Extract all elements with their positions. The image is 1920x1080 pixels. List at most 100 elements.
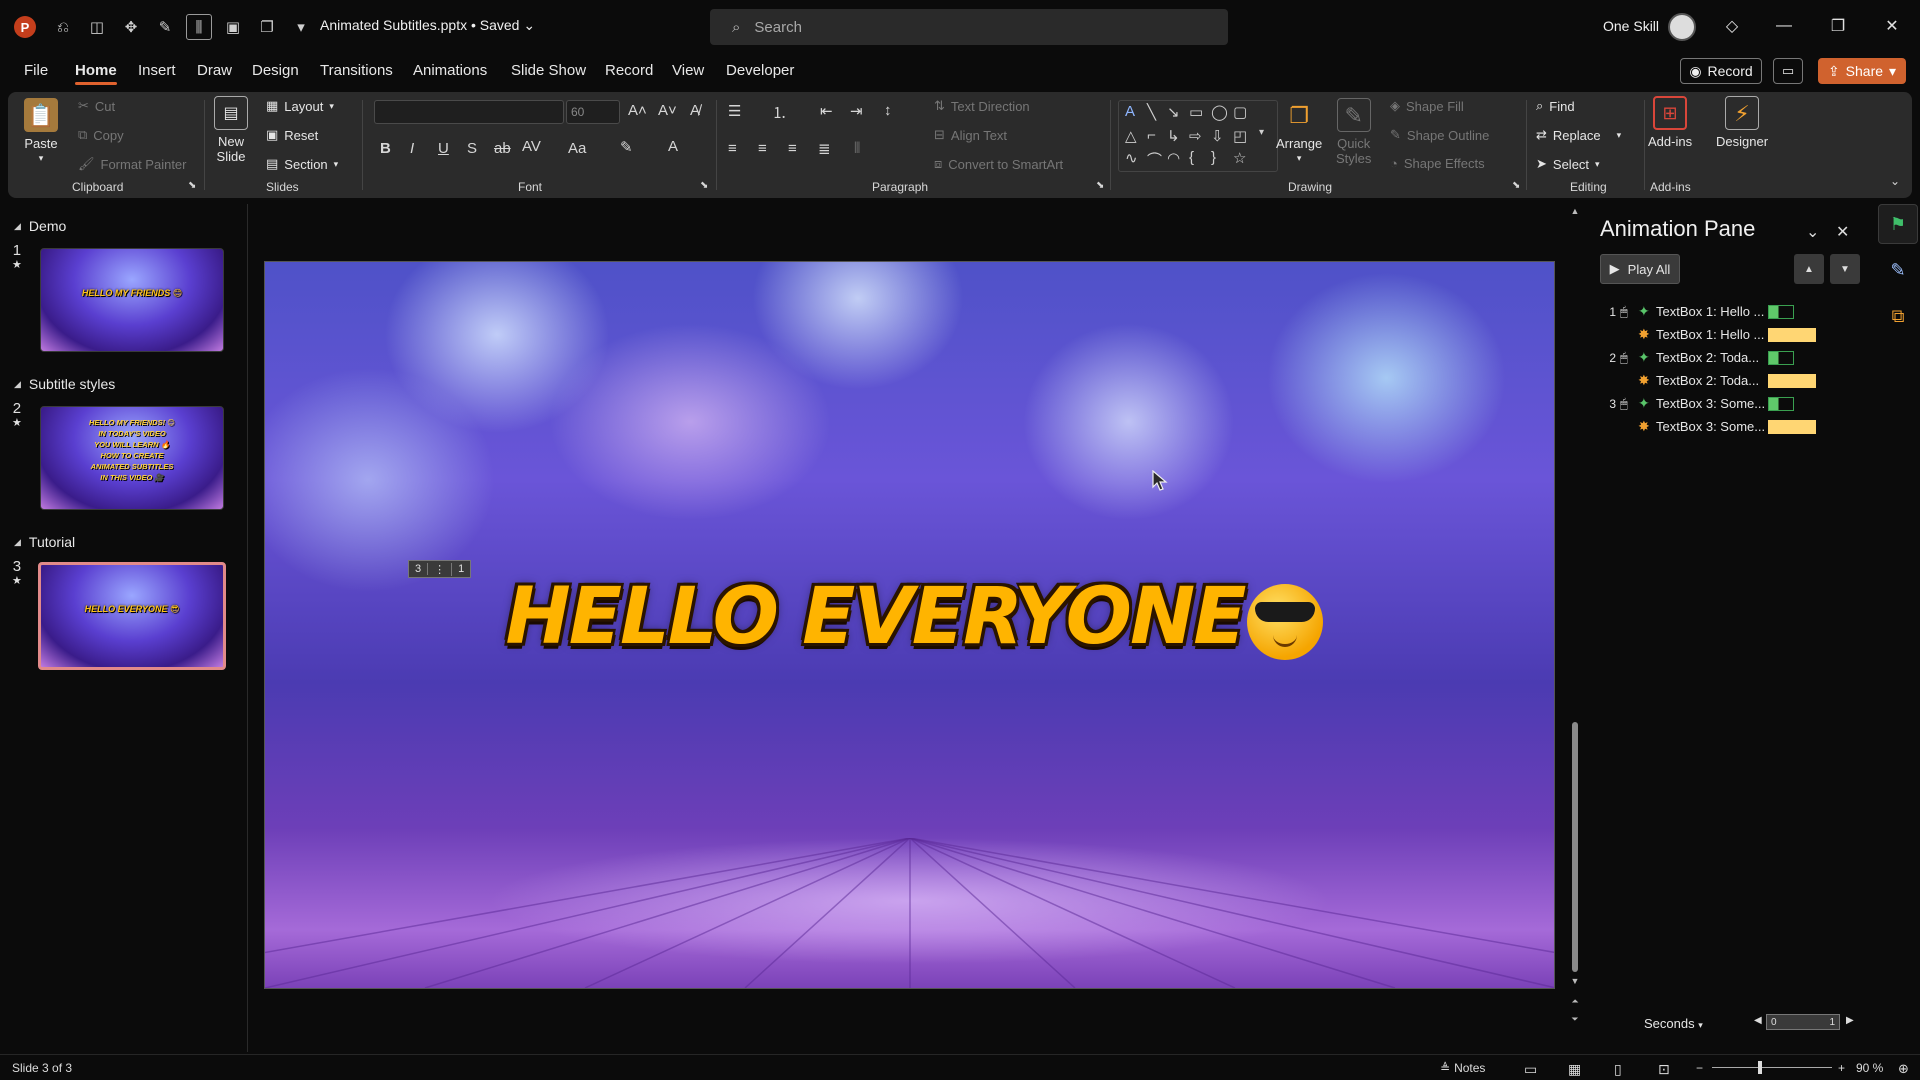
slide-canvas[interactable]: HELLO EVERYONE	[264, 261, 1555, 989]
close-icon[interactable]: ✕	[1880, 14, 1904, 38]
shape-outline-button[interactable]: ✎ Shape Outline	[1390, 127, 1489, 143]
zoom-in-icon[interactable]: +	[1838, 1061, 1845, 1075]
collapse-ribbon-icon[interactable]: ⌄	[1890, 174, 1900, 188]
avatar[interactable]	[1668, 13, 1696, 41]
diamond-icon[interactable]: ◇	[1720, 14, 1744, 38]
increase-font-icon[interactable]: A˄	[628, 102, 647, 119]
draw-icon[interactable]: ✎	[152, 14, 178, 40]
slide-thumbnail-3[interactable]: HELLO EVERYONE 😎	[38, 562, 226, 670]
justify-icon[interactable]: ≣	[818, 140, 831, 158]
highlight-icon[interactable]: ✎	[620, 138, 633, 156]
shape-effects-button[interactable]: ◔ Shape Effects	[1390, 156, 1485, 171]
animation-tag[interactable]: 3	[409, 563, 429, 575]
play-all-button[interactable]: ▶ Play All	[1600, 254, 1680, 284]
connector-shape-icon[interactable]: ⌐	[1147, 127, 1156, 144]
drawing-launcher-icon[interactable]: ⬊	[1512, 180, 1520, 191]
format-shape-rail-icon[interactable]: ✎	[1878, 250, 1918, 290]
zoom-level[interactable]: 90 %	[1856, 1061, 1883, 1075]
oval-shape-icon[interactable]: ◯	[1211, 103, 1228, 121]
shape-fill-button[interactable]: ◈ Shape Fill	[1390, 98, 1464, 114]
line-shape-icon[interactable]: ╲	[1147, 103, 1156, 121]
designer-rail-icon[interactable]: ⧉	[1878, 296, 1918, 336]
slide-sorter-icon[interactable]: ▦	[1568, 1061, 1581, 1078]
more-shapes-icon[interactable]: ▾	[1259, 127, 1264, 138]
align-center-icon[interactable]: ≡	[758, 140, 767, 157]
collapse-triangle-icon[interactable]: ◢	[14, 379, 21, 390]
previous-slide-icon[interactable]: ⏶	[1569, 996, 1581, 1007]
restore-icon[interactable]: ❐	[1826, 14, 1850, 38]
align-text-button[interactable]: ⊟ Align Text	[934, 127, 1007, 143]
bullets-icon[interactable]: ☰	[728, 102, 741, 120]
animation-pane-rail-icon[interactable]: ⚑	[1878, 204, 1918, 244]
move-up-button[interactable]: ▲	[1794, 254, 1824, 284]
replace-button[interactable]: ⇄ Replace ▾	[1536, 127, 1621, 143]
tab-transitions[interactable]: Transitions	[320, 62, 393, 79]
close-pane-icon[interactable]: ✕	[1836, 222, 1849, 242]
numbering-icon[interactable]: ⒈	[772, 102, 787, 123]
find-button[interactable]: ⌕ Find	[1536, 98, 1575, 114]
arrange-icon[interactable]: ❐	[254, 14, 280, 40]
timing-bar[interactable]	[1768, 419, 1816, 434]
group-icon[interactable]: ▣	[220, 14, 246, 40]
quick-styles-button[interactable]: ✎ Quick Styles	[1336, 98, 1371, 166]
animation-tag[interactable]: 1	[452, 563, 470, 575]
add-ins-button[interactable]: ⊞ Add-ins	[1648, 96, 1692, 149]
italic-icon[interactable]: I	[410, 140, 414, 157]
clear-formatting-icon[interactable]: A̸	[690, 102, 700, 119]
timing-bar[interactable]	[1768, 396, 1794, 411]
freeform-shape-icon[interactable]: ∿	[1125, 149, 1138, 167]
seconds-dropdown[interactable]: Seconds ▾	[1644, 1016, 1703, 1031]
tab-animations[interactable]: Animations	[413, 62, 487, 79]
collapse-triangle-icon[interactable]: ◢	[14, 221, 21, 232]
share-button[interactable]: ⇪ Share ▾	[1818, 58, 1906, 84]
pane-options-icon[interactable]: ⌄	[1806, 222, 1819, 242]
right-arrow-shape-icon[interactable]: ⇨	[1189, 127, 1202, 145]
format-painter-button[interactable]: 🖌 Format Painter	[78, 156, 187, 172]
cut-button[interactable]: ✂ Cut	[78, 98, 115, 114]
paste-dropdown-icon[interactable]: ▾	[39, 151, 44, 166]
zoom-out-icon[interactable]: −	[1696, 1061, 1703, 1075]
right-brace-shape-icon[interactable]: }	[1211, 149, 1216, 166]
tab-insert[interactable]: Insert	[138, 62, 176, 79]
paragraph-launcher-icon[interactable]: ⬊	[1096, 180, 1104, 191]
paste-button[interactable]: 📋 Paste ▾	[24, 98, 58, 166]
font-size-field[interactable]: 60	[566, 100, 620, 124]
minimize-icon[interactable]: —	[1772, 14, 1796, 38]
next-slide-icon[interactable]: ⏷	[1569, 1014, 1581, 1025]
columns-icon[interactable]: ⫴	[854, 140, 860, 157]
animation-item[interactable]: 1 🖱 ✦ TextBox 1: Hello ...	[1604, 300, 1864, 323]
select-button[interactable]: ➤ Select ▾	[1536, 156, 1600, 172]
increase-indent-icon[interactable]: ⇥	[850, 102, 863, 120]
tab-home[interactable]: Home	[75, 62, 117, 85]
animation-item[interactable]: ✸ TextBox 1: Hello ...	[1604, 323, 1864, 346]
underline-icon[interactable]: U	[438, 140, 449, 157]
collapse-triangle-icon[interactable]: ◢	[14, 537, 21, 548]
shadow-icon[interactable]: S	[467, 140, 477, 157]
timing-bar[interactable]	[1768, 327, 1816, 342]
left-brace-shape-icon[interactable]: {	[1189, 149, 1194, 166]
tab-draw[interactable]: Draw	[197, 62, 232, 79]
record-shape-icon[interactable]: ◫	[84, 14, 110, 40]
section-button[interactable]: ▤ Section ▾	[266, 156, 338, 172]
rectangle-shape-icon[interactable]: ▭	[1189, 103, 1203, 121]
comments-button[interactable]: ▭	[1773, 58, 1803, 84]
scroll-up-icon[interactable]: ▲	[1569, 206, 1581, 216]
arrow-line-shape-icon[interactable]: ↘	[1167, 103, 1180, 121]
font-launcher-icon[interactable]: ⬊	[700, 180, 708, 191]
move-down-button[interactable]: ▼	[1830, 254, 1860, 284]
animation-item[interactable]: ✸ TextBox 3: Some...	[1604, 415, 1864, 438]
move-icon[interactable]: ✥	[118, 14, 144, 40]
animation-item[interactable]: 3 🖱 ✦ TextBox 3: Some...	[1604, 392, 1864, 415]
animation-item[interactable]: 2 🖱 ✦ TextBox 2: Toda...	[1604, 346, 1864, 369]
slide-thumbnail-1[interactable]: HELLO MY FRIENDS 😊	[40, 248, 224, 352]
timing-bar[interactable]	[1768, 304, 1794, 319]
curve-shape-icon[interactable]: ⌒	[1147, 149, 1162, 170]
new-slide-button[interactable]: ▤ New Slide	[214, 96, 248, 164]
align-left-icon[interactable]: ≡	[728, 140, 737, 157]
user-name[interactable]: One Skill	[1603, 18, 1659, 34]
slideshow-view-icon[interactable]: ⊡	[1658, 1061, 1670, 1078]
font-color-icon[interactable]: A	[668, 138, 678, 155]
change-case-icon[interactable]: Aa	[568, 140, 586, 157]
subtitle-textbox[interactable]: HELLO EVERYONE	[445, 572, 1385, 662]
customize-qat-icon[interactable]: ▾	[288, 14, 314, 40]
